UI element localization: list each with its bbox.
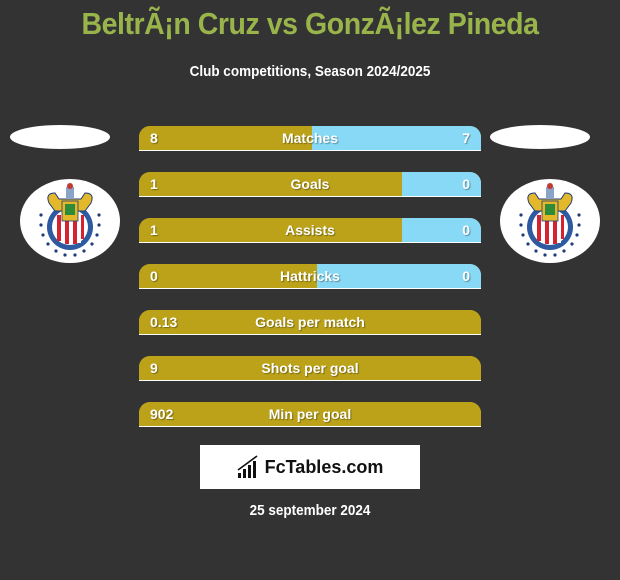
stat-label: Hattricks [280, 268, 340, 284]
right-value: 0 [462, 268, 470, 284]
right-team-crest [500, 179, 600, 263]
left-value: 9 [150, 360, 158, 376]
stat-row: Goals per match 0.13 [139, 310, 481, 334]
date-label: 25 september 2024 [249, 502, 371, 519]
fctables-logo[interactable]: FcTables.com [200, 445, 420, 489]
stat-row: Goals 1 0 [139, 172, 481, 196]
chivas-crest-icon [39, 183, 101, 257]
stat-row: Shots per goal 9 [139, 356, 481, 380]
bar-chart-icon [237, 455, 258, 478]
logo-text: FcTables.com [264, 456, 384, 477]
stat-row: Min per goal 902 [139, 402, 481, 426]
chivas-crest-icon [519, 183, 581, 257]
left-player-oval [10, 125, 110, 149]
stat-label: Matches [281, 130, 339, 146]
right-value: 0 [462, 176, 470, 192]
left-value: 8 [150, 130, 158, 146]
stat-label: Assists [285, 222, 335, 238]
page-title: BeltrÃ¡n Cruz vs GonzÃ¡lez Pineda [81, 6, 539, 41]
stat-label: Goals [290, 176, 330, 192]
stat-row: Hattricks 0 0 [139, 264, 481, 288]
stat-row: Assists 1 0 [139, 218, 481, 242]
right-value: 7 [462, 130, 470, 146]
stat-label: Goals per match [255, 314, 365, 330]
left-team-crest [20, 179, 120, 263]
left-value: 1 [150, 222, 158, 238]
left-value: 902 [150, 406, 174, 422]
left-value: 0.13 [150, 314, 178, 330]
page-subtitle: Club competitions, Season 2024/2025 [189, 63, 431, 80]
stat-row: Matches 8 7 [139, 126, 481, 150]
stat-label: Shots per goal [261, 360, 359, 376]
left-value: 0 [150, 268, 158, 284]
right-value: 0 [462, 222, 470, 238]
stat-label: Min per goal [268, 406, 352, 422]
right-player-oval [490, 125, 590, 149]
left-value: 1 [150, 176, 158, 192]
